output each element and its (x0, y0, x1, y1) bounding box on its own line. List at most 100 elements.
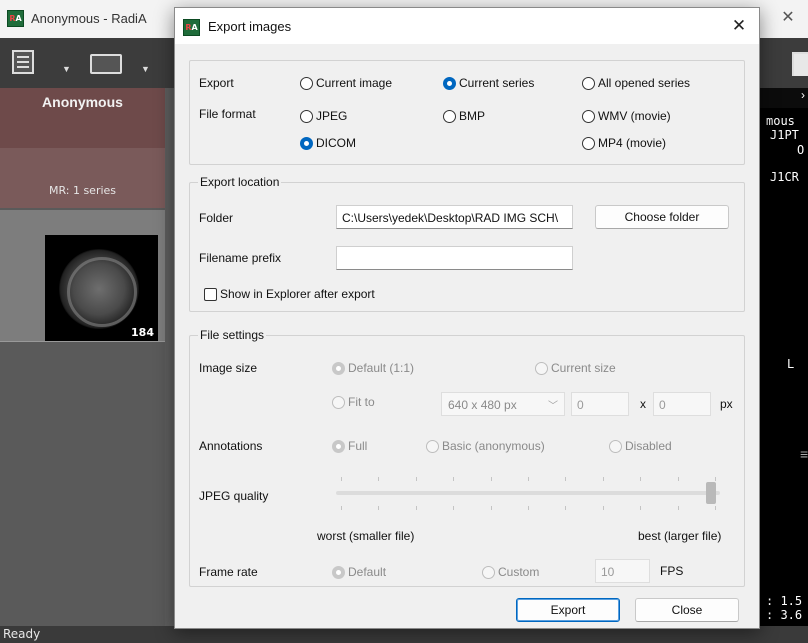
radio-label: Current size (551, 361, 616, 375)
slider-tick (603, 477, 604, 481)
slider-tick (416, 506, 417, 510)
viewer-overlay-text: J1CR (770, 170, 799, 184)
image-viewer[interactable] (760, 88, 808, 628)
radio-label: DICOM (316, 136, 356, 150)
export-button[interactable]: Export (516, 598, 620, 622)
radio-frame-rate-custom[interactable]: Custom (482, 565, 539, 579)
radio-label: Current image (316, 76, 393, 90)
radio-label: WMV (movie) (598, 109, 671, 123)
viewer-zoom-text: : 3.6 (766, 608, 803, 622)
toolbar-tool-icon[interactable] (792, 52, 808, 76)
radio-label: Full (348, 439, 368, 453)
slider-tick (491, 477, 492, 481)
radio-label: BMP (459, 109, 486, 123)
frame-rate-label: Frame rate (199, 565, 258, 579)
jpeg-quality-label: JPEG quality (199, 489, 269, 503)
radio-size-default[interactable]: Default (1:1) (332, 361, 414, 375)
radio-annotations-full[interactable]: Full (332, 439, 367, 453)
radio-format-bmp[interactable]: BMP (443, 109, 485, 123)
width-input[interactable]: 0 (571, 392, 629, 416)
chevron-down-icon: ﹀ (548, 401, 558, 412)
radio-label: MP4 (movie) (598, 136, 667, 150)
radio-all-opened-series[interactable]: All opened series (582, 76, 690, 90)
slider-tick (378, 477, 379, 481)
image-size-label: Image size (199, 361, 258, 375)
viewer-scroll-handle[interactable]: ≡ (800, 446, 808, 462)
dialog-logo-icon: RA (183, 19, 200, 36)
close-icon[interactable]: ✕ (725, 14, 753, 38)
viewer-overlay-text: J1PT (770, 128, 799, 142)
fps-input[interactable]: 10 (595, 559, 650, 583)
radio-label: Basic (anonymous) (442, 439, 545, 453)
filename-prefix-label: Filename prefix (199, 251, 282, 265)
slider-tick (378, 506, 379, 510)
checkbox-label: Show in Explorer after export (220, 287, 375, 301)
radio-format-wmv[interactable]: WMV (movie) (582, 109, 671, 123)
app-close-icon[interactable]: ✕ (774, 6, 802, 30)
radio-label: Current series (459, 76, 535, 90)
export-images-dialog: RA Export images ✕ Export Current image … (174, 7, 760, 629)
slider-tick (678, 506, 679, 510)
radio-label: Default (348, 565, 387, 579)
slider-thumb[interactable] (706, 482, 716, 504)
export-row-label: Export (199, 76, 234, 90)
slider-tick (640, 477, 641, 481)
slider-tick (565, 477, 566, 481)
radio-current-image[interactable]: Current image (300, 76, 392, 90)
open-folder-icon[interactable] (90, 54, 122, 74)
slider-tick (453, 506, 454, 510)
thumbnail-image-count: 184 (131, 326, 154, 339)
viewer-collapse-icon[interactable]: › (760, 88, 808, 108)
close-button[interactable]: Close (635, 598, 739, 622)
filename-prefix-input[interactable] (336, 246, 573, 270)
export-location-group: Export location Folder C:\Users\yedek\De… (189, 175, 745, 312)
slider-tick (341, 506, 342, 510)
slider-tick (603, 506, 604, 510)
quality-max-label: best (larger file) (638, 529, 722, 543)
height-input[interactable]: 0 (653, 392, 711, 416)
show-in-explorer-checkbox[interactable]: Show in Explorer after export (204, 287, 375, 301)
annotations-label: Annotations (199, 439, 263, 453)
size-separator: x (640, 397, 646, 411)
chevron-down-icon[interactable]: ▼ (141, 64, 150, 74)
radio-size-current[interactable]: Current size (535, 361, 616, 375)
file-settings-group: File settings Image size Default (1:1) C… (189, 328, 745, 587)
series-thumbnail[interactable]: 184 (45, 235, 158, 341)
radio-current-series[interactable]: Current series (443, 76, 534, 90)
radio-annotations-disabled[interactable]: Disabled (609, 439, 672, 453)
radio-annotations-basic[interactable]: Basic (anonymous) (426, 439, 545, 453)
dialog-title: Export images (208, 19, 292, 34)
px-unit-label: px (720, 397, 733, 411)
radio-label: All opened series (598, 76, 691, 90)
radio-label: Fit to (348, 395, 375, 409)
patient-name: Anonymous (0, 88, 165, 148)
slider-tick (528, 477, 529, 481)
radio-frame-rate-default[interactable]: Default (332, 565, 386, 579)
slider-tick (640, 506, 641, 510)
choose-folder-button[interactable]: Choose folder (595, 205, 729, 229)
radio-format-jpeg[interactable]: JPEG (300, 109, 347, 123)
dialog-titlebar: RA Export images ✕ (175, 8, 759, 44)
radio-format-dicom[interactable]: DICOM (300, 136, 356, 150)
fit-preset-select[interactable]: 640 x 480 px ﹀ (441, 392, 565, 416)
export-location-title: Export location (198, 175, 282, 189)
app-title: Anonymous - RadiA (31, 11, 147, 26)
chevron-down-icon[interactable]: ▼ (62, 64, 71, 74)
orientation-marker: L (787, 357, 795, 371)
fit-preset-value: 640 x 480 px (448, 398, 517, 412)
jpeg-quality-slider[interactable] (336, 474, 720, 514)
list-view-icon[interactable] (12, 50, 34, 74)
slider-tick (678, 477, 679, 481)
slider-tick (341, 477, 342, 481)
radio-label: Custom (498, 565, 540, 579)
radio-label: JPEG (316, 109, 348, 123)
folder-path-input[interactable]: C:\Users\yedek\Desktop\RAD IMG SCH\ (336, 205, 573, 229)
mri-brain-image (59, 249, 139, 329)
fps-unit-label: FPS (660, 564, 684, 578)
slider-tick (565, 506, 566, 510)
folder-label: Folder (199, 211, 234, 225)
radio-size-fit-to[interactable]: Fit to (332, 395, 375, 409)
viewer-overlay-text: O (797, 143, 805, 157)
slider-tick (491, 506, 492, 510)
radio-format-mp4[interactable]: MP4 (movie) (582, 136, 666, 150)
